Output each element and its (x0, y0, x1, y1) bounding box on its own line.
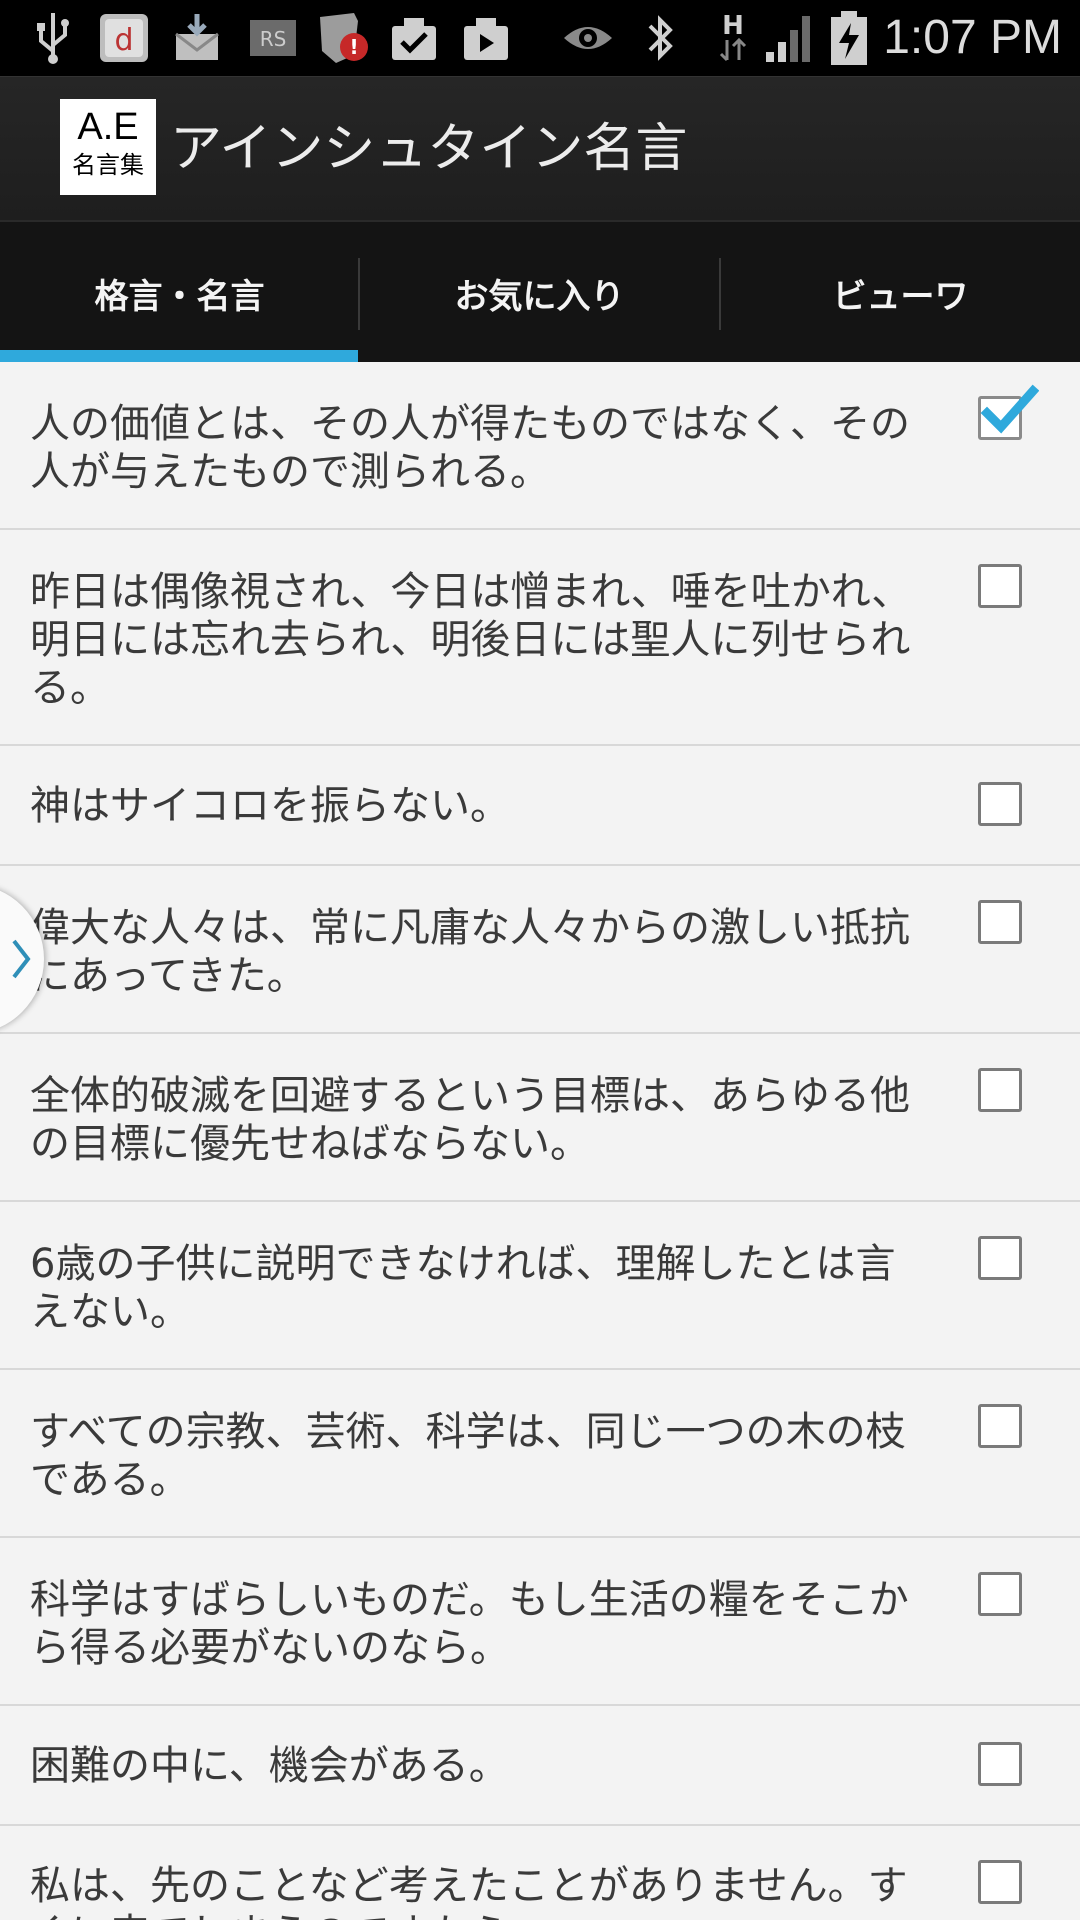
quote-text: 6歳の子供に説明できなければ、理解したとは言えない。 (30, 1241, 896, 1335)
tab-favorites[interactable]: お気に入り (360, 222, 719, 364)
quote-text: すべての宗教、芸術、科学は、同じ一つの木の枝である。 (30, 1409, 906, 1503)
app-title: アインシュタイン名言 (170, 119, 688, 179)
quote-text: 困難の中に、機会がある。 (30, 1743, 509, 1789)
favorite-checkbox-2[interactable] (978, 564, 1022, 608)
quote-list[interactable]: 人の価値とは、その人が得たものではなく、その人が与えたもので測られる。 昨日は偶… (0, 362, 1080, 1920)
status-bar: d RS ! H 1:07 PM (0, 0, 1080, 76)
tab-bar: 格言・名言 お気に入り ビューワ (0, 220, 1080, 364)
music-app-icon: d (98, 8, 150, 68)
quote-text: 全体的破滅を回避するという目標は、あらゆる他の目標に優先せねばならない。 (30, 1073, 910, 1167)
tab-favorites-label: お気に入り (454, 276, 625, 317)
eye-icon (560, 8, 616, 68)
rs-app-icon: RS (246, 8, 300, 68)
checkmark-icon (980, 384, 1039, 434)
tab-quotes-label: 格言・名言 (94, 276, 265, 317)
app-logo-line2: 名言集 (72, 151, 144, 179)
favorite-checkbox-7[interactable] (978, 1404, 1022, 1448)
h-signal-icon: H (708, 8, 758, 68)
quote-row-6[interactable]: 6歳の子供に説明できなければ、理解したとは言えない。 (0, 1202, 1080, 1370)
quote-row-3[interactable]: 神はサイコロを振らない。 (0, 746, 1080, 866)
favorite-checkbox-1[interactable] (978, 384, 1039, 440)
favorite-checkbox-10[interactable] (978, 1860, 1022, 1904)
quote-text: 昨日は偶像視され、今日は憎まれ、唾を吐かれ、明日には忘れ去られ、明後日には聖人に… (30, 569, 912, 711)
bluetooth-icon (638, 8, 682, 68)
favorite-checkbox-9[interactable] (978, 1742, 1022, 1786)
quote-row-5[interactable]: 全体的破滅を回避するという目標は、あらゆる他の目標に優先せねばならない。 (0, 1034, 1080, 1202)
shield-alert-icon: ! (314, 8, 372, 68)
quote-row-9[interactable]: 困難の中に、機会がある。 (0, 1706, 1080, 1826)
quote-text: 神はサイコロを振らない。 (30, 783, 510, 829)
tab-quotes[interactable]: 格言・名言 (0, 222, 359, 364)
tab-viewer-label: ビューワ (832, 276, 969, 317)
battery-charging-icon (826, 8, 872, 68)
status-time: 1:07 PM (883, 11, 1062, 64)
favorite-checkbox-8[interactable] (978, 1572, 1022, 1616)
chevron-right-icon (12, 939, 31, 979)
quote-text: 科学はすばらしいものだ。もし生活の糧をそこから得る必要がないのなら。 (30, 1577, 909, 1671)
quote-row-7[interactable]: すべての宗教、芸術、科学は、同じ一つの木の枝である。 (0, 1370, 1080, 1538)
quote-row-1[interactable]: 人の価値とは、その人が得たものではなく、その人が与えたもので測られる。 (0, 362, 1080, 530)
svg-text:!: ! (349, 35, 358, 59)
quote-row-8[interactable]: 科学はすばらしいものだ。もし生活の糧をそこから得る必要がないのなら。 (0, 1538, 1080, 1706)
svg-text:d: d (114, 23, 133, 58)
app-logo[interactable]: A.E 名言集 (60, 99, 156, 195)
favorite-checkbox-3[interactable] (978, 782, 1022, 826)
favorite-checkbox-6[interactable] (978, 1236, 1022, 1280)
svg-text:RS: RS (260, 27, 287, 51)
mail-download-icon (170, 8, 224, 68)
favorite-checkbox-5[interactable] (978, 1068, 1022, 1112)
clipboard-play-icon (460, 8, 512, 68)
usb-icon (30, 8, 76, 68)
signal-bars-icon (764, 8, 814, 68)
quote-row-2[interactable]: 昨日は偶像視され、今日は憎まれ、唾を吐かれ、明日には忘れ去られ、明後日には聖人に… (0, 530, 1080, 746)
quote-row-4[interactable]: 偉大な人々は、常に凡庸な人々からの激しい抵抗にあってきた。 (0, 866, 1080, 1034)
app-logo-line1: A.E (77, 106, 139, 148)
action-bar: A.E 名言集 アインシュタイン名言 (0, 76, 1080, 221)
favorite-checkbox-4[interactable] (978, 900, 1022, 944)
quote-text: 偉大な人々は、常に凡庸な人々からの激しい抵抗にあってきた。 (30, 905, 910, 999)
quote-row-10[interactable]: 私は、先のことなど考えたことがありません。すぐに来てしまうのですから。 (0, 1826, 1080, 1920)
svg-text:H: H (722, 11, 744, 41)
clipboard-check-icon (388, 8, 440, 68)
tab-viewer[interactable]: ビューワ (721, 222, 1080, 364)
quote-text: 私は、先のことなど考えたことがありません。すぐに来てしまうのですから。 (30, 1863, 908, 1920)
quote-text: 人の価値とは、その人が得たものではなく、その人が与えたもので測られる。 (30, 401, 910, 495)
